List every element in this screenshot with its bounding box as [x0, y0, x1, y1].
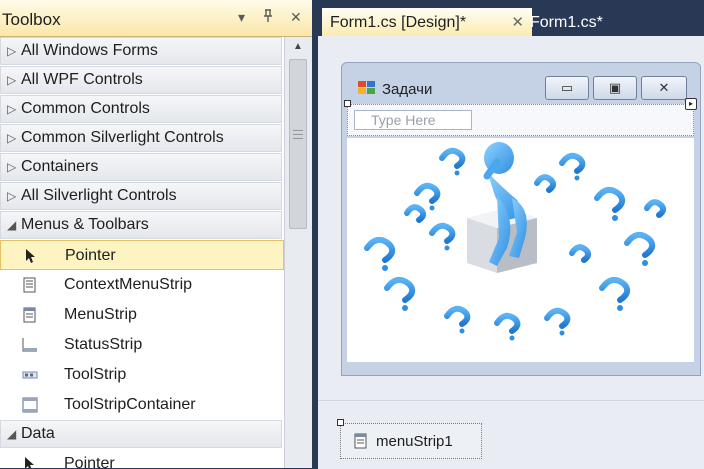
toolbox-item-menustrip[interactable]: MenuStrip	[0, 300, 284, 330]
close-icon: ✕	[658, 80, 670, 95]
pin-icon[interactable]	[262, 9, 274, 26]
toolbox-item-data-pointer[interactable]: Pointer	[0, 449, 284, 468]
grip-icon: — — —	[293, 125, 303, 144]
toolbox-item-pointer[interactable]: Pointer	[0, 240, 284, 270]
expand-arrow-icon: ▷	[7, 73, 17, 87]
menu-strip-icon	[23, 307, 36, 323]
close-icon[interactable]: ✕	[290, 9, 302, 26]
tool-strip-icon	[22, 371, 38, 379]
expand-arrow-icon: ▷	[7, 44, 17, 58]
menu-strip[interactable]: Type Here ▸	[344, 98, 697, 136]
dropdown-icon[interactable]: ▾	[238, 9, 245, 26]
picture-box	[347, 138, 694, 362]
pointer-icon	[26, 249, 35, 263]
expand-arrow-icon: ▷	[7, 102, 17, 116]
scroll-up-icon[interactable]: ▲	[293, 41, 303, 52]
category-all-silverlight-controls[interactable]: ▷ All Silverlight Controls	[0, 182, 282, 210]
type-here-input[interactable]: Type Here	[354, 110, 472, 130]
collapse-arrow-icon: ◢	[7, 218, 17, 232]
close-button[interactable]: ✕	[641, 76, 687, 100]
form-title: Задачи	[382, 81, 433, 98]
thinking-figure-image	[364, 142, 667, 341]
minimize-icon: ▭	[560, 80, 574, 95]
document-tab-strip: Form1.cs [Design]* ✕ Form1.cs*	[312, 0, 704, 38]
context-menu-strip-icon	[23, 277, 36, 293]
expand-arrow-icon: ▷	[7, 160, 17, 174]
toolbox-item-statusstrip[interactable]: StatusStrip	[0, 330, 284, 360]
form-title-bar: Задачи ▭ ▣ ✕	[342, 63, 700, 103]
toolbox-item-toolstrip[interactable]: ToolStrip	[0, 360, 284, 390]
minimize-button[interactable]: ▭	[545, 76, 589, 100]
toolbox-scrollbar[interactable]: ▲ — — —	[284, 37, 312, 468]
category-common-silverlight-controls[interactable]: ▷ Common Silverlight Controls	[0, 124, 282, 152]
smart-tag-icon[interactable]: ▸	[685, 98, 697, 110]
category-all-wpf-controls[interactable]: ▷ All WPF Controls	[0, 66, 282, 94]
status-strip-icon	[22, 338, 37, 352]
toolbox-panel: Toolbox ▾ ✕ ▷ All Windows Forms ▷ All WPF …	[0, 0, 312, 468]
selection-handle[interactable]	[337, 419, 344, 426]
expand-arrow-icon: ▷	[7, 131, 17, 145]
scroll-thumb[interactable]	[289, 59, 307, 229]
maximize-button[interactable]: ▣	[593, 76, 637, 100]
collapse-arrow-icon: ◢	[7, 427, 17, 441]
toolbox-title: Toolbox	[2, 10, 61, 29]
component-tray: menuStrip1	[318, 400, 704, 469]
category-data[interactable]: ◢ Data	[0, 420, 282, 448]
tool-strip-container-icon	[22, 397, 38, 413]
form-icon	[358, 81, 375, 94]
expand-arrow-icon: ▷	[7, 189, 17, 203]
category-all-windows-forms[interactable]: ▷ All Windows Forms	[0, 37, 282, 65]
tab-form1-design[interactable]: Form1.cs [Design]* ✕	[322, 8, 532, 38]
pointer-icon	[25, 457, 34, 468]
designed-form[interactable]: Задачи ▭ ▣ ✕ Type Here ▸	[341, 62, 701, 376]
toolbox-title-bar: Toolbox ▾ ✕	[0, 0, 312, 37]
category-containers[interactable]: ▷ Containers	[0, 153, 282, 181]
menu-strip-icon	[354, 433, 367, 449]
toolbox-item-contextmenustrip[interactable]: ContextMenuStrip	[0, 270, 284, 300]
maximize-icon: ▣	[608, 80, 622, 95]
selection-handle[interactable]	[344, 100, 351, 107]
category-menus-toolbars[interactable]: ◢ Menus & Toolbars	[0, 211, 282, 239]
tab-form1-code[interactable]: Form1.cs*	[522, 8, 611, 38]
category-common-controls[interactable]: ▷ Common Controls	[0, 95, 282, 123]
toolbox-item-toolstripcontainer[interactable]: ToolStripContainer	[0, 390, 284, 420]
toolbox-list: ▷ All Windows Forms ▷ All WPF Controls ▷ Co…	[0, 37, 284, 468]
tray-item-menustrip1[interactable]: menuStrip1	[337, 419, 482, 459]
